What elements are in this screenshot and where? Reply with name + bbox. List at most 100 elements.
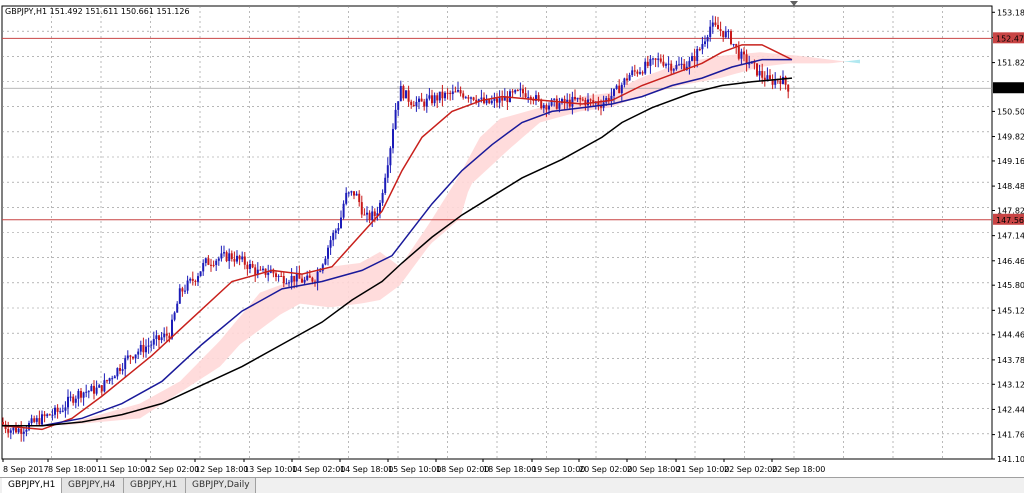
candle-body xyxy=(654,58,657,60)
candle-body xyxy=(457,90,459,92)
candle-body xyxy=(82,392,85,398)
candle-body xyxy=(329,240,332,248)
ichimoku-cloud-segment xyxy=(224,331,228,363)
chart-shift-marker xyxy=(790,1,798,6)
candle-body xyxy=(613,88,615,96)
ichimoku-cloud-segment xyxy=(284,282,288,313)
candle-body xyxy=(459,90,462,94)
chart-tab[interactable]: GBPJPY,H4 xyxy=(62,478,124,493)
ichimoku-cloud-segment xyxy=(220,335,224,367)
candle-body xyxy=(649,58,652,66)
ichimoku-cloud-segment xyxy=(232,321,236,354)
candle-body xyxy=(641,72,644,74)
time-tick-label: 18 Sep 18:00 xyxy=(483,465,536,474)
ichimoku-cloud-segment xyxy=(520,112,524,140)
candle-body xyxy=(675,64,678,70)
candle-body xyxy=(449,92,452,95)
candle-body xyxy=(410,101,413,105)
candle-body xyxy=(51,414,54,416)
candle-body xyxy=(238,255,241,260)
candle-body xyxy=(108,378,111,382)
candle-body xyxy=(714,22,717,25)
ichimoku-cloud-segment xyxy=(812,57,816,64)
ichimoku-cloud-segment xyxy=(800,55,804,64)
ichimoku-cloud-segment xyxy=(216,340,220,370)
ichimoku-cloud-segment xyxy=(148,396,152,414)
candle-body xyxy=(740,51,743,59)
ichimoku-cloud-segment xyxy=(332,265,336,308)
chart-tab[interactable]: GBPJPY,H1 xyxy=(124,478,186,493)
chart-area[interactable]: GBPJPY,H1 151.492 151.611 150.661 151.12… xyxy=(0,0,1024,477)
candle-body xyxy=(717,24,719,30)
candle-body xyxy=(241,256,244,260)
candle-body xyxy=(730,31,732,45)
price-tick-label: 149.820 xyxy=(997,133,1024,142)
candle-body xyxy=(48,414,51,416)
candle-body xyxy=(399,86,402,102)
ichimoku-cloud-segment xyxy=(244,307,248,342)
ichimoku-cloud-segment xyxy=(208,348,212,375)
candle-body xyxy=(618,85,621,94)
candle-body xyxy=(670,63,673,71)
time-tick-label: 18 Sep 02:00 xyxy=(436,465,489,474)
candle-body xyxy=(139,344,142,352)
ichimoku-cloud-segment xyxy=(392,260,396,292)
ichimoku-cloud-segment xyxy=(804,56,808,64)
candle-body xyxy=(353,191,355,196)
ichimoku-cloud-segment xyxy=(732,54,736,75)
candle-body xyxy=(90,385,93,392)
candle-body xyxy=(490,100,493,104)
candle-body xyxy=(553,98,556,100)
candle-body xyxy=(693,56,696,61)
candle-body xyxy=(22,431,25,434)
chart-tab[interactable]: GBPJPY,H1 xyxy=(2,478,62,493)
candle-body xyxy=(402,86,405,99)
time-tick-label: 15 Sep 10:00 xyxy=(388,465,441,474)
candle-body xyxy=(514,90,517,93)
ichimoku-cloud-segment xyxy=(264,289,268,327)
candle-body xyxy=(579,97,582,100)
candle-body xyxy=(769,75,771,80)
price-tick-label: 151.820 xyxy=(997,59,1024,68)
candle-body xyxy=(77,390,80,399)
candle-body xyxy=(95,387,98,394)
ichimoku-cloud-segment xyxy=(816,57,820,64)
candle-body xyxy=(368,212,371,220)
ichimoku-cloud-segment xyxy=(268,288,272,324)
price-tick-label: 146.460 xyxy=(997,257,1024,266)
candle-body xyxy=(319,270,322,272)
candle-body xyxy=(467,97,470,99)
price-tick-label: 141.760 xyxy=(997,431,1024,440)
ichimoku-cloud-segment xyxy=(320,268,324,307)
candle-body xyxy=(246,264,249,269)
candle-body xyxy=(324,258,327,265)
candle-body xyxy=(152,339,155,345)
candle-body xyxy=(145,346,147,353)
candle-body xyxy=(236,255,238,262)
chart-tab[interactable]: GBPJPY,Daily xyxy=(186,478,256,493)
candle-body xyxy=(704,41,706,45)
candle-body xyxy=(15,427,17,433)
ichimoku-cloud-segment xyxy=(828,59,832,64)
candle-body xyxy=(9,430,12,433)
ichimoku-cloud-segment xyxy=(456,174,460,223)
ichimoku-cloud-segment xyxy=(336,265,340,307)
candle-body xyxy=(386,165,389,178)
candle-body xyxy=(436,95,439,101)
price-axis: 153.180152.500151.820151.126150.500149.8… xyxy=(992,8,1024,464)
candle-body xyxy=(415,101,418,107)
ichimoku-cloud-segment xyxy=(792,55,796,64)
candle-body xyxy=(537,95,540,100)
candle-body xyxy=(332,232,335,241)
candle-body xyxy=(454,91,457,93)
candle-body xyxy=(691,56,693,61)
candle-body xyxy=(147,345,150,347)
candle-body xyxy=(743,51,745,55)
candle-body xyxy=(657,58,660,60)
candlestick-chart[interactable]: GBPJPY,H1 151.492 151.611 150.661 151.12… xyxy=(0,0,1024,477)
candle-body xyxy=(80,390,82,398)
candle-body xyxy=(706,37,709,42)
candle-body xyxy=(173,312,176,320)
ichimoku-cloud-segment xyxy=(260,291,264,330)
candle-body xyxy=(251,264,254,268)
